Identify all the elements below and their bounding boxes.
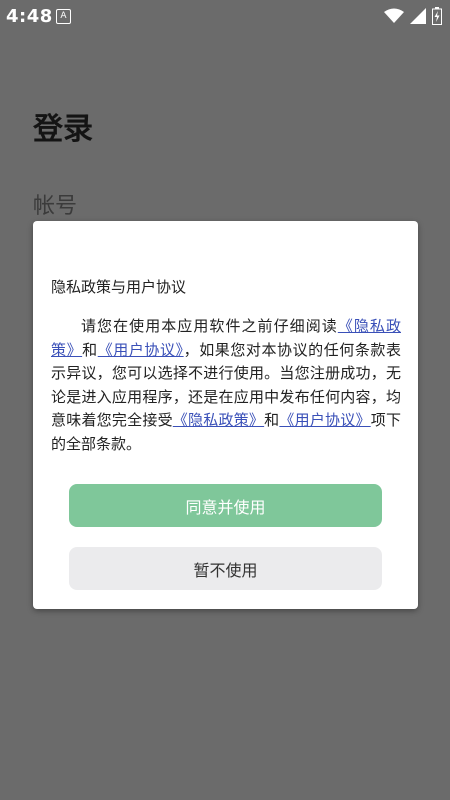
page-title: 登录 (33, 112, 93, 147)
privacy-dialog: 隐私政策与用户协议 请您在使用本应用软件之前仔细阅读《隐私政策》和《用户协议》，… (33, 221, 418, 609)
wifi-icon (384, 8, 404, 23)
status-time: 4:48 (6, 6, 53, 27)
status-icons (384, 7, 442, 25)
decline-button[interactable]: 暂不使用 (69, 547, 382, 590)
body-text: 请您在使用本应用软件之前仔细阅读 (81, 317, 338, 335)
body-text: 和 (264, 411, 280, 429)
dialog-title: 隐私政策与用户协议 (51, 278, 187, 296)
account-label: 帐号 (33, 194, 78, 219)
body-text: 和 (82, 340, 98, 359)
battery-icon (432, 7, 442, 25)
dialog-body: 请您在使用本应用软件之前仔细阅读《隐私政策》和《用户协议》，如果您对本协议的任何… (51, 315, 401, 456)
privacy-policy-link[interactable]: 《隐私政策》 (173, 411, 264, 429)
user-agreement-link[interactable]: 《用户协议》 (98, 341, 184, 359)
signal-icon (410, 8, 426, 24)
user-agreement-link[interactable]: 《用户协议》 (279, 411, 370, 429)
agree-button[interactable]: 同意并使用 (69, 484, 382, 527)
status-bar: 4:48 A (0, 0, 450, 34)
notification-icon: A (56, 9, 71, 24)
